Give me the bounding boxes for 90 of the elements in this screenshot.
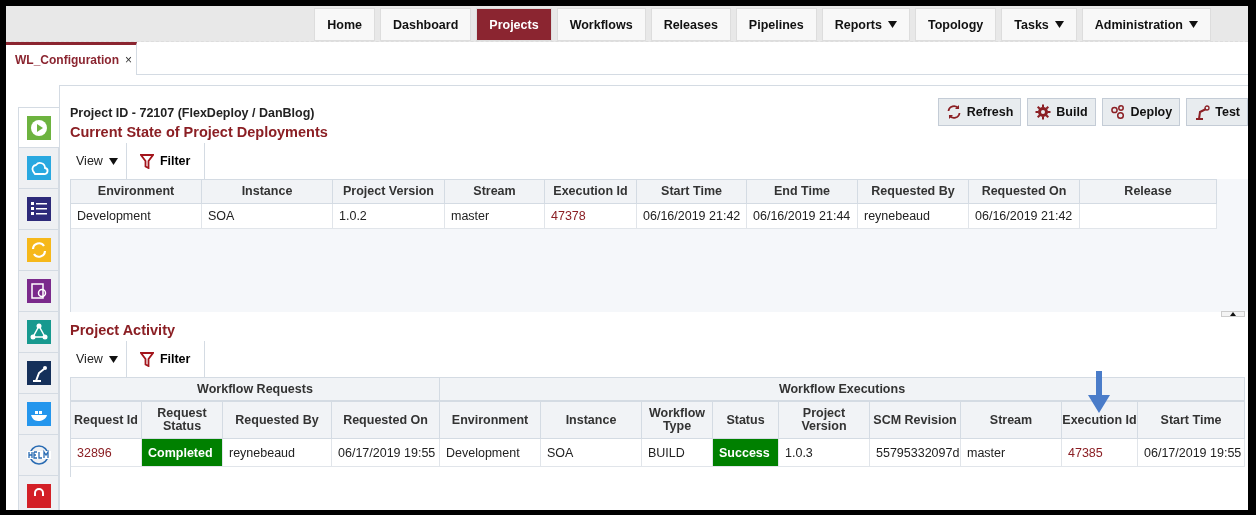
refresh-icon [945, 104, 962, 120]
column-header: Start Time [1138, 401, 1245, 439]
section-heading: Current State of Project Deployments [70, 124, 329, 140]
column-header: Status [713, 401, 779, 439]
filter-icon [139, 153, 154, 169]
table-cell: 06/17/2019 19:55 [1138, 439, 1245, 467]
table-cell: 06/16/2019 21:42 [969, 204, 1080, 229]
lock-icon [26, 484, 51, 508]
group-header: Workflow Requests [71, 377, 440, 401]
sidebar-item[interactable] [18, 353, 59, 394]
table-cell: BUILD [642, 439, 713, 467]
gear-icon [1035, 104, 1052, 120]
table-cell: Development [71, 204, 202, 229]
column-header: End Time [747, 179, 858, 204]
column-header: Start Time [637, 179, 747, 204]
table-cell: 1.0.2 [333, 204, 445, 229]
column-header: SCM Revision [870, 401, 961, 439]
list-icon [26, 197, 51, 221]
test-button[interactable]: Test [1186, 98, 1248, 126]
sync-icon [26, 238, 51, 262]
helm-icon [25, 443, 52, 467]
robot-arm-icon [1194, 104, 1211, 120]
column-header: Stream [961, 401, 1062, 439]
column-header: Instance [541, 401, 642, 439]
project-title: Project ID - 72107 (FlexDeploy / DanBlog) [70, 106, 315, 120]
cloud-icon [26, 156, 51, 180]
column-header: Requested By [858, 179, 969, 204]
build-button[interactable]: Build [1027, 98, 1096, 126]
link-cell[interactable]: 32896 [71, 439, 142, 467]
column-header: Workflow Type [642, 401, 713, 439]
table-cell: 06/16/2019 21:44 [747, 204, 858, 229]
nav-tab[interactable]: Home [314, 8, 375, 41]
table-cell: SOA [202, 204, 333, 229]
link-cell[interactable]: 47385 [1062, 439, 1138, 467]
nav-tab[interactable]: Releases [650, 8, 731, 41]
column-header: Requested By [223, 401, 332, 439]
table-cell: SOA [541, 439, 642, 467]
filter-icon [139, 351, 154, 367]
robot-icon [26, 361, 51, 385]
column-header: Request Id [71, 401, 142, 439]
collapse-handle[interactable] [1221, 311, 1245, 317]
table-cell: reynebeaud [858, 204, 969, 229]
nav-tab[interactable]: Pipelines [735, 8, 817, 41]
nav-tab[interactable]: Workflows [556, 8, 646, 41]
column-header: Project Version [779, 401, 870, 439]
document-tab[interactable]: WL_Configuration × [6, 42, 137, 75]
column-header: Request Status [142, 401, 223, 439]
link-cell[interactable]: 47378 [545, 204, 637, 229]
table-cell: 1.0.3 [779, 439, 870, 467]
column-header: Requested On [332, 401, 440, 439]
column-header: Execution Id [1062, 401, 1138, 439]
nav-tab[interactable]: Projects [476, 8, 552, 41]
column-header: Release [1080, 179, 1217, 204]
table-cell: master [961, 439, 1062, 467]
table-cell: master [445, 204, 545, 229]
table-cell: 06/16/2019 21:42 [637, 204, 747, 229]
column-header: Requested On [969, 179, 1080, 204]
sidebar-item[interactable] [18, 271, 59, 312]
refresh-button[interactable]: Refresh [937, 98, 1022, 126]
nav-tab[interactable]: Reports [821, 8, 910, 41]
down-arrow-icon [1086, 371, 1112, 413]
caret-icon [108, 157, 118, 165]
column-header: Stream [445, 179, 545, 204]
close-button[interactable]: × [125, 53, 132, 67]
column-header: Execution Id [545, 179, 637, 204]
status-cell: Success [713, 439, 779, 467]
table-cell: Development [440, 439, 541, 467]
group-header: Workflow Executions [440, 377, 1245, 401]
column-header: Environment [440, 401, 541, 439]
column-header: Instance [202, 179, 333, 204]
table-cell: reynebeaud [223, 439, 332, 467]
table-cell: 06/17/2019 19:55 [332, 439, 440, 467]
column-header: Project Version [333, 179, 445, 204]
network-icon [26, 320, 51, 344]
nav-tab[interactable]: Topology [914, 8, 997, 41]
gear-play-icon [27, 115, 51, 140]
sidebar-item[interactable] [18, 189, 59, 230]
deploy-button[interactable]: Deploy [1101, 98, 1181, 126]
nav-tab[interactable]: Dashboard [380, 8, 472, 41]
section-heading: Project Activity [70, 322, 177, 338]
column-header: Environment [71, 179, 202, 204]
caret-icon [108, 355, 118, 363]
status-cell: Completed [142, 439, 223, 467]
clipboard-icon [26, 279, 51, 303]
nav-tab[interactable]: Administration [1081, 8, 1211, 41]
tab-label: WL_Configuration [15, 53, 119, 67]
circles-icon [1109, 104, 1126, 120]
whale-icon [26, 402, 51, 426]
nav-tab[interactable]: Tasks [1001, 8, 1077, 41]
table-cell: 55795332097d [870, 439, 961, 467]
